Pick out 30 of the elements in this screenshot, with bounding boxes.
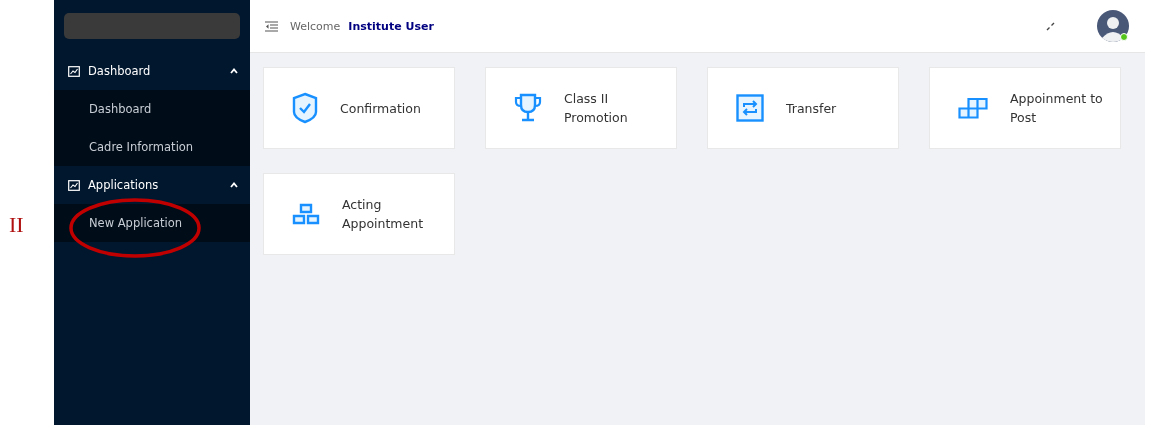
sidebar-group[interactable]: Applications bbox=[54, 166, 250, 204]
sidebar-group[interactable]: Dashboard bbox=[54, 52, 250, 90]
annotation-label: II bbox=[9, 212, 24, 238]
repeat-arrows-icon bbox=[736, 94, 764, 122]
welcome-text: Welcome bbox=[290, 19, 341, 33]
menu-fold-icon[interactable] bbox=[265, 20, 278, 32]
stacked-blocks-icon bbox=[292, 203, 320, 225]
application-card[interactable]: Appoinment to Post bbox=[929, 67, 1121, 149]
sidebar-item[interactable]: Cadre Information bbox=[54, 128, 250, 166]
application-card[interactable]: Acting Appointment bbox=[263, 173, 455, 255]
avatar[interactable] bbox=[1097, 10, 1129, 42]
card-title: Transfer bbox=[786, 99, 838, 118]
sidebar-item[interactable]: New Application bbox=[54, 204, 250, 242]
caret-icon bbox=[230, 68, 238, 74]
card-title: Appoinment to Post bbox=[1010, 90, 1104, 127]
card-title: Acting Appointment bbox=[342, 196, 425, 233]
trophy-icon bbox=[514, 93, 542, 123]
application-card[interactable]: Confirmation bbox=[263, 67, 455, 149]
card-title: Class II Promotion bbox=[564, 90, 629, 127]
chart-icon bbox=[68, 179, 80, 191]
caret-icon bbox=[230, 182, 238, 188]
sidebar-item[interactable]: Dashboard bbox=[54, 90, 250, 128]
application-card[interactable]: Transfer bbox=[707, 67, 899, 149]
blocks-icon bbox=[958, 97, 988, 119]
expand-icon[interactable] bbox=[1046, 21, 1055, 31]
card-title: Confirmation bbox=[340, 99, 422, 118]
application-card[interactable]: Class II Promotion bbox=[485, 67, 677, 149]
shield-check-icon bbox=[292, 92, 318, 124]
chart-icon bbox=[68, 65, 80, 77]
user-name: Institute User bbox=[348, 19, 434, 33]
